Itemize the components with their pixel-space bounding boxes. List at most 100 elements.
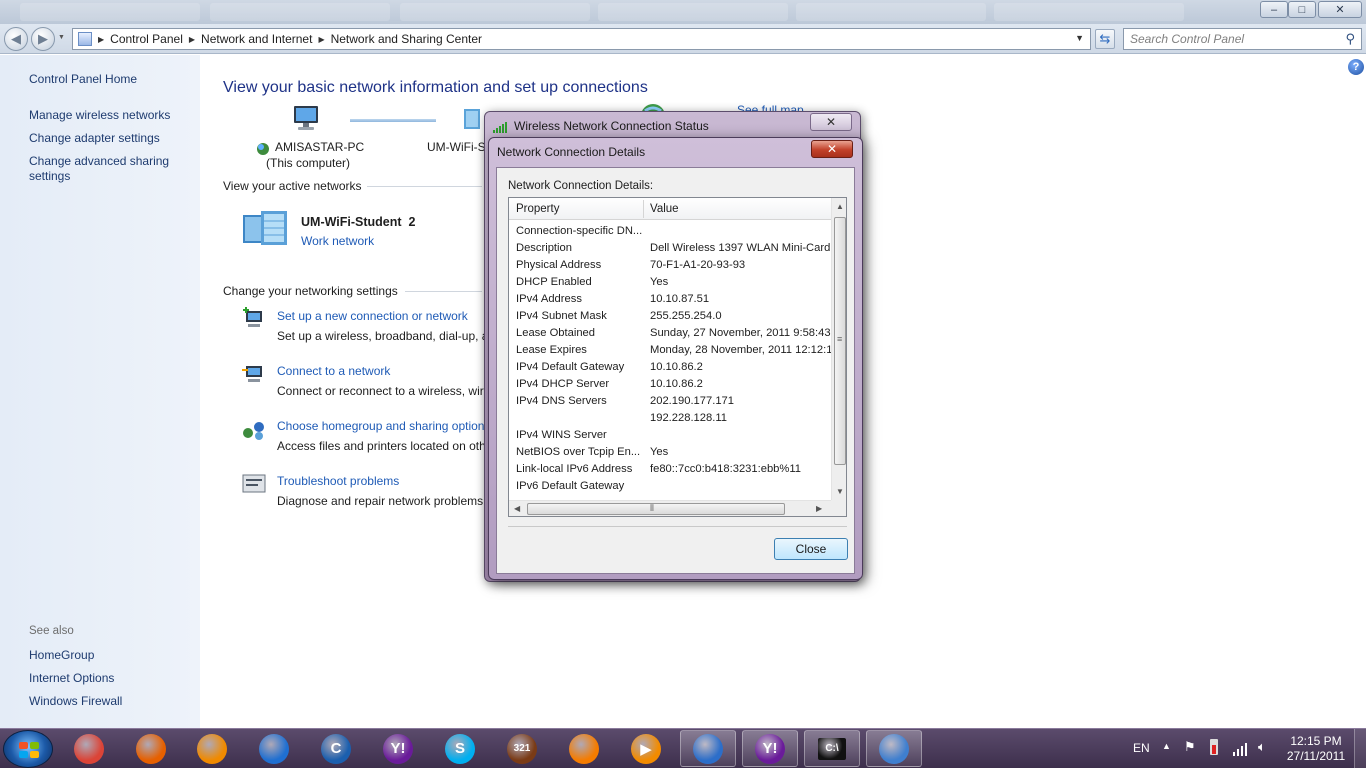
details-row[interactable]: IPv4 Address 10.10.87.51 (509, 291, 831, 308)
volume-icon[interactable]: 🔈︎ (1258, 739, 1266, 768)
troubleshoot-problems-link[interactable]: Troubleshoot problems (277, 474, 399, 488)
taskbar-button[interactable]: C (308, 730, 364, 767)
change-advanced-sharing-link-line2[interactable]: settings (29, 169, 70, 183)
search-icon[interactable]: ⚲ (1345, 31, 1355, 47)
horizontal-scrollbar[interactable]: ◀ ⦀ ▶ (509, 500, 831, 516)
scroll-left-icon[interactable]: ◀ (514, 504, 520, 513)
show-desktop-button[interactable] (1354, 729, 1366, 768)
globe-app-icon (259, 733, 289, 764)
language-indicator[interactable]: EN (1133, 741, 1150, 768)
work-network-link[interactable]: Work network (301, 234, 374, 248)
scroll-down-icon[interactable]: ▼ (836, 487, 844, 496)
forward-button[interactable]: ▶ (31, 27, 55, 51)
work-network-icon[interactable] (241, 209, 291, 247)
show-hidden-icons-icon[interactable]: ▲ (1162, 741, 1171, 768)
maximize-icon: □ (1298, 3, 1306, 16)
horizontal-scroll-thumb[interactable]: ⦀ (527, 503, 785, 515)
details-row[interactable]: IPv4 Subnet Mask 255.255.254.0 (509, 308, 831, 325)
set-up-connection-link[interactable]: Set up a new connection or network (277, 309, 468, 323)
value-column-header[interactable]: Value (650, 203, 679, 215)
search-input[interactable]: Search Control Panel ⚲ (1123, 28, 1362, 50)
address-dropdown-icon[interactable]: ▼ (1075, 33, 1084, 43)
details-row[interactable]: Physical Address 70-F1-A1-20-93-93 (509, 257, 831, 274)
details-row[interactable]: NetBIOS over Tcpip En... Yes (509, 444, 831, 461)
action-center-flag-icon[interactable]: ⚑ (1184, 739, 1196, 768)
section-divider (367, 186, 482, 187)
details-list[interactable]: Property Value Connection-specific DN...… (508, 197, 847, 517)
refresh-button[interactable]: ⇆ (1095, 29, 1115, 49)
grip-icon: ⦀ (650, 503, 654, 513)
address-bar[interactable]: ▶ Control Panel ▶ Network and Internet ▶… (72, 28, 1091, 50)
details-row[interactable]: IPv4 DNS Servers 202.190.177.171 (509, 393, 831, 410)
scroll-right-icon[interactable]: ▶ (816, 504, 822, 513)
details-row[interactable]: IPv6 Default Gateway (509, 478, 831, 495)
property-column-header[interactable]: Property (516, 203, 559, 215)
scroll-up-icon[interactable]: ▲ (836, 202, 844, 211)
internet-options-link[interactable]: Internet Options (29, 671, 114, 685)
start-button[interactable] (3, 730, 53, 768)
details-row[interactable]: DHCP Enabled Yes (509, 274, 831, 291)
taskbar-button[interactable]: ▶ (618, 730, 674, 767)
choose-homegroup-link[interactable]: Choose homegroup and sharing options (277, 419, 485, 433)
taskbar-button[interactable] (61, 730, 117, 767)
taskbar-button[interactable] (866, 730, 922, 767)
control-panel-home-link[interactable]: Control Panel Home (29, 72, 137, 86)
active-networks-heading: View your active networks (223, 179, 362, 193)
details-row[interactable]: Connection-specific DN... (509, 223, 831, 240)
details-row[interactable]: Description Dell Wireless 1397 WLAN Mini-… (509, 240, 831, 257)
taskbar-button[interactable]: Y! (370, 730, 426, 767)
taskbar: C Y! S 321 ▶ Y! C:\ EN ▲ ⚑ 🔈︎ 12:15 PM 27/11/2… (0, 728, 1366, 768)
taskbar-button[interactable] (184, 730, 240, 767)
taskbar-button[interactable]: 321 (494, 730, 550, 767)
active-network-name: UM-WiFi-Student 2 (301, 215, 416, 229)
vertical-scrollbar[interactable]: ▲ ≡ ▼ (831, 198, 846, 500)
troubleshoot-icon (242, 473, 266, 495)
manage-wireless-networks-link[interactable]: Manage wireless networks (29, 108, 170, 122)
taskbar-button[interactable] (123, 730, 179, 767)
details-row-value: Monday, 28 November, 2011 12:12:1 (650, 344, 831, 356)
taskbar-button[interactable]: Y! (742, 730, 798, 767)
connect-to-network-link[interactable]: Connect to a network (277, 364, 390, 378)
windows-firewall-link[interactable]: Windows Firewall (29, 694, 122, 708)
breadcrumb-network-and-sharing-center[interactable]: Network and Sharing Center (331, 32, 482, 46)
details-row[interactable]: IPv4 Default Gateway 10.10.86.2 (509, 359, 831, 376)
orange-app-icon (197, 733, 227, 764)
help-icon[interactable]: ? (1348, 59, 1364, 75)
control-panel-small-icon (78, 32, 92, 46)
details-row[interactable]: Lease Obtained Sunday, 27 November, 2011 … (509, 325, 831, 342)
power-battery-icon[interactable] (1207, 737, 1221, 757)
recent-pages-dropdown[interactable]: ▼ (58, 34, 65, 41)
breadcrumb-separator-icon[interactable]: ▶ (318, 35, 324, 44)
new-connection-icon (242, 307, 266, 329)
taskbar-button[interactable] (680, 730, 736, 767)
close-button[interactable]: Close (774, 538, 848, 560)
back-button[interactable]: ◀ (4, 27, 28, 51)
details-row[interactable]: 192.228.128.11 (509, 410, 831, 427)
clock[interactable]: 12:15 PM 27/11/2011 (1285, 734, 1347, 768)
details-row[interactable]: Link-local IPv6 Address fe80::7cc0:b418:3… (509, 461, 831, 478)
breadcrumb-separator-icon[interactable]: ▶ (98, 35, 104, 44)
change-adapter-settings-link[interactable]: Change adapter settings (29, 131, 160, 145)
taskbar-button[interactable] (246, 730, 302, 767)
network-signal-icon[interactable] (1232, 739, 1250, 757)
close-window-button[interactable]: ✕ (1318, 1, 1362, 18)
breadcrumb-control-panel[interactable]: Control Panel (110, 32, 183, 46)
status-dialog-close-button[interactable]: ✕ (810, 113, 852, 131)
homegroup-link[interactable]: HomeGroup (29, 648, 94, 662)
vertical-scroll-thumb[interactable]: ≡ (834, 217, 846, 465)
details-row[interactable]: IPv4 WINS Server (509, 427, 831, 444)
taskbar-button[interactable] (556, 730, 612, 767)
details-row[interactable]: IPv4 DHCP Server 10.10.86.2 (509, 376, 831, 393)
change-advanced-sharing-link[interactable]: Change advanced sharing (29, 154, 169, 168)
details-row[interactable]: Lease Expires Monday, 28 November, 2011 1… (509, 342, 831, 359)
breadcrumb-network-and-internet[interactable]: Network and Internet (201, 32, 312, 46)
column-separator[interactable] (643, 200, 644, 218)
maximize-button[interactable]: □ (1288, 1, 1316, 18)
minimize-button[interactable]: – (1260, 1, 1288, 18)
breadcrumb-separator-icon[interactable]: ▶ (189, 35, 195, 44)
details-list-header: Property Value (509, 198, 831, 220)
network-icon (463, 107, 481, 131)
taskbar-button[interactable]: C:\ (804, 730, 860, 767)
details-dialog-close-button[interactable]: ✕ (811, 140, 853, 158)
taskbar-button[interactable]: S (432, 730, 488, 767)
